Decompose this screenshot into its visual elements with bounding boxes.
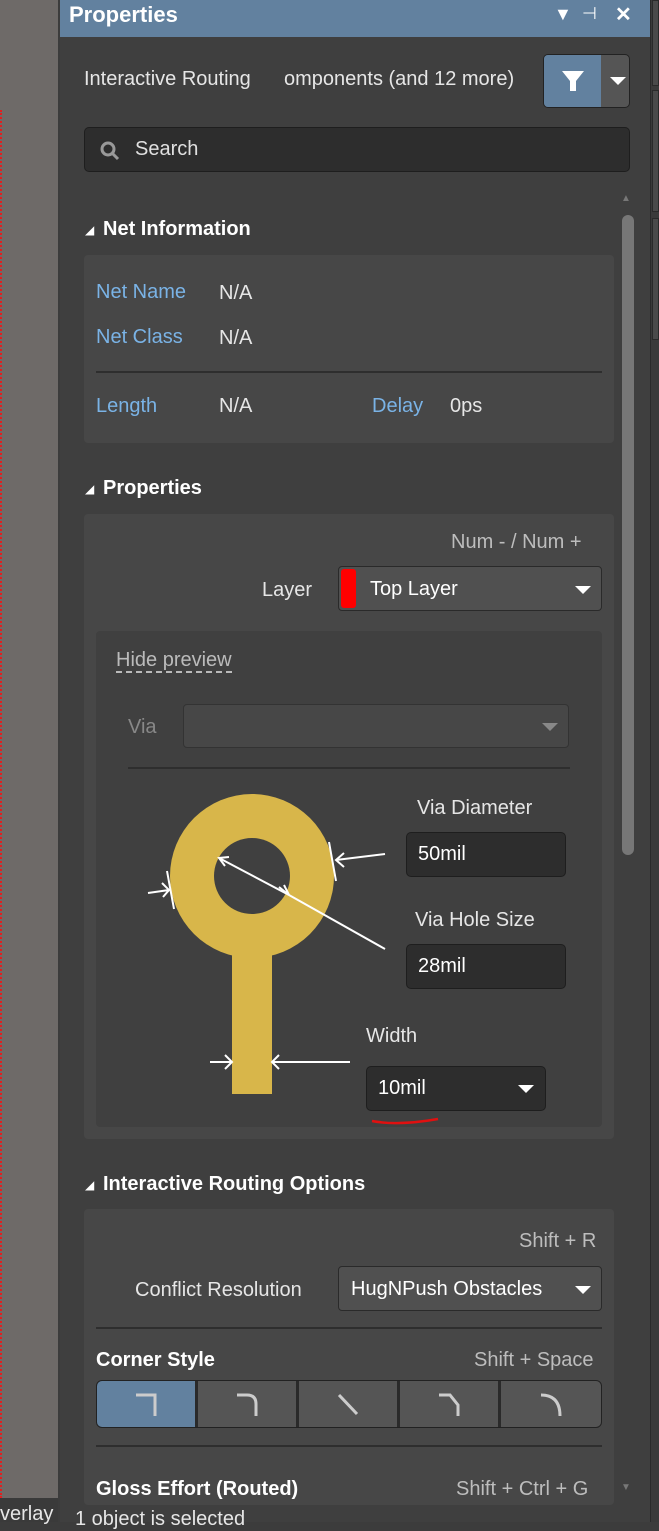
- conflict-resolution-label: Conflict Resolution: [135, 1279, 302, 1301]
- filter-dropdown-icon[interactable]: [610, 77, 626, 85]
- chevron-down-icon: [518, 1085, 534, 1093]
- layer-shortcut: Num - / Num +: [451, 531, 582, 553]
- corner-45-button[interactable]: [400, 1381, 500, 1427]
- collapse-icon[interactable]: ◢: [85, 223, 94, 237]
- close-icon[interactable]: ✕: [615, 2, 632, 27]
- section-properties[interactable]: Properties: [103, 477, 202, 500]
- width-value: 10mil: [378, 1077, 426, 1099]
- filter-icon[interactable]: [544, 55, 601, 107]
- net-name-value: N/A: [219, 282, 253, 304]
- panel-title: Properties: [69, 2, 178, 27]
- search-input[interactable]: Search: [84, 127, 630, 172]
- conflict-shortcut: Shift + R: [519, 1230, 597, 1252]
- status-selection-text: 1 object is selected: [75, 1508, 246, 1530]
- scroll-up-icon[interactable]: ▲: [621, 193, 631, 204]
- corner-45-arc-icon: [540, 1393, 562, 1416]
- via-hole-size-input[interactable]: 28mil: [406, 944, 566, 989]
- scrollbar-thumb[interactable]: [622, 215, 634, 855]
- corner-90-button[interactable]: [97, 1381, 197, 1427]
- corner-style-shortcut: Shift + Space: [474, 1349, 594, 1371]
- pin-icon[interactable]: ⊣: [582, 4, 597, 24]
- layer-color-swatch: [341, 569, 356, 608]
- corner-45-icon: [439, 1393, 460, 1416]
- delay-label: Delay: [372, 395, 424, 417]
- corner-any-angle-button[interactable]: [299, 1381, 399, 1427]
- section-interactive-routing-options[interactable]: Interactive Routing Options: [103, 1173, 365, 1196]
- menu-dropdown-icon[interactable]: ▼: [554, 4, 572, 25]
- corner-90-arc-icon: [237, 1393, 258, 1416]
- width-dropdown[interactable]: 10mil: [366, 1066, 546, 1111]
- length-label: Length: [96, 395, 158, 417]
- corner-45-arc-button[interactable]: [501, 1381, 601, 1427]
- chevron-down-icon: [542, 723, 558, 731]
- search-icon: [100, 141, 120, 161]
- gloss-effort-shortcut: Shift + Ctrl + G: [456, 1478, 589, 1500]
- divider: [96, 371, 602, 373]
- side-tab[interactable]: [652, 218, 659, 340]
- red-underline-annotation: [371, 1117, 439, 1125]
- net-name-label: Net Name: [96, 281, 187, 303]
- via-diameter-label: Via Diameter: [417, 797, 533, 819]
- filter-button[interactable]: [543, 54, 630, 108]
- via-diameter-input[interactable]: 50mil: [406, 832, 566, 877]
- side-tab[interactable]: [652, 90, 659, 212]
- net-class-value: N/A: [219, 327, 253, 349]
- layer-dropdown[interactable]: Top Layer: [338, 566, 602, 611]
- layer-label: Layer: [262, 579, 313, 601]
- via-hole-size-label: Via Hole Size: [415, 909, 535, 931]
- conflict-resolution-value: HugNPush Obstacles: [351, 1278, 543, 1300]
- corner-any-angle-icon: [337, 1393, 359, 1416]
- via-preview-diagram: [147, 794, 386, 1094]
- board-outline: [0, 110, 4, 1498]
- width-label: Width: [366, 1025, 418, 1047]
- scroll-down-icon[interactable]: ▼: [621, 1482, 631, 1493]
- divider: [96, 1327, 602, 1329]
- length-value: N/A: [219, 395, 253, 417]
- section-net-information[interactable]: Net Information: [103, 218, 251, 241]
- delay-value: 0ps: [450, 395, 483, 417]
- conflict-resolution-dropdown[interactable]: HugNPush Obstacles: [338, 1266, 602, 1311]
- corner-style-label: Corner Style: [96, 1349, 215, 1371]
- corner-90-arc-button[interactable]: [198, 1381, 298, 1427]
- gloss-effort-label: Gloss Effort (Routed): [96, 1478, 299, 1500]
- pcb-canvas[interactable]: [0, 0, 58, 1498]
- collapse-icon[interactable]: ◢: [85, 1178, 94, 1192]
- side-tab[interactable]: [652, 0, 659, 86]
- layer-value: Top Layer: [370, 578, 458, 600]
- collapse-icon[interactable]: ◢: [85, 482, 94, 496]
- filter-text-right: omponents (and 12 more): [284, 68, 515, 90]
- status-overlay-text: verlay: [0, 1503, 54, 1525]
- divider: [96, 1445, 602, 1447]
- filter-text-left: Interactive Routing: [84, 68, 251, 90]
- net-class-label: Net Class: [96, 326, 183, 348]
- corner-90-icon: [136, 1393, 157, 1416]
- chevron-down-icon: [575, 586, 591, 594]
- chevron-down-icon: [575, 1286, 591, 1294]
